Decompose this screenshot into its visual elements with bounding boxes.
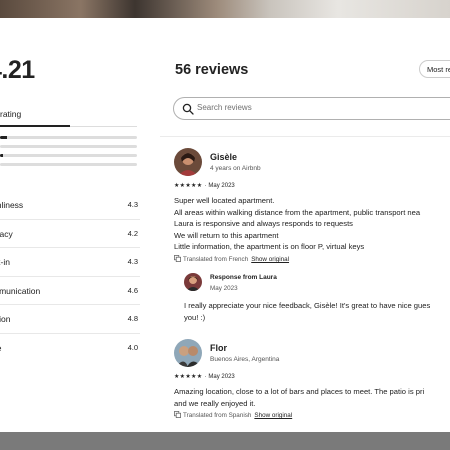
rating-distribution xyxy=(0,125,137,172)
response-title: Response from Laura xyxy=(210,274,277,281)
review-text-line: All areas within walking distance from t… xyxy=(174,207,421,217)
response-text-line: I really appreciate your nice feedback, … xyxy=(184,301,431,310)
search-icon xyxy=(182,103,194,115)
response-date: May 2023 xyxy=(210,285,238,292)
review-text-line: and we really enjoyed it. xyxy=(174,398,256,408)
search-input[interactable] xyxy=(197,103,397,112)
translate-icon xyxy=(174,255,181,262)
reviews-count-title: 56 reviews xyxy=(175,62,249,78)
review-meta: ★★★★★ · May 2023 xyxy=(174,374,235,380)
reviewer-avatar[interactable] xyxy=(174,148,202,176)
category-row: ue 4.0 xyxy=(0,334,140,363)
distribution-bar-4 xyxy=(0,136,137,139)
distribution-bar-1 xyxy=(0,163,137,166)
review-text-line: We will return to this apartment xyxy=(174,230,279,240)
translated-from-label: Translated from French xyxy=(183,256,249,263)
category-ratings: anliness 4.3 uracy 4.2 ck-in 4.3 mmunica… xyxy=(0,191,140,362)
translation-note: Translated from Spanish Show original xyxy=(174,411,292,419)
sort-button[interactable]: Most re xyxy=(419,60,450,78)
show-original-link[interactable]: Show original xyxy=(254,412,292,419)
translation-note: Translated from French Show original xyxy=(174,255,289,263)
review-date: May 2023 xyxy=(208,374,235,380)
reviews-modal: 4.21 rating anliness 4.3 uracy 4.2 ck-in xyxy=(0,18,450,432)
category-name: uracy xyxy=(0,228,13,239)
show-original-link[interactable]: Show original xyxy=(251,256,289,263)
category-name: ck-in xyxy=(0,257,10,267)
category-name: ue xyxy=(0,343,1,353)
listing-photo-backdrop xyxy=(0,0,450,18)
rating-summary-panel: 4.21 rating anliness 4.3 uracy 4.2 ck-in xyxy=(0,18,150,432)
distribution-bar-5 xyxy=(0,125,70,127)
distribution-bar-2 xyxy=(0,154,137,157)
overall-score: 4.21 xyxy=(0,56,35,84)
category-name: anliness xyxy=(0,200,24,210)
reviewer-location: Buenos Aires, Argentina xyxy=(210,356,280,363)
category-value: 4.2 xyxy=(127,228,138,238)
header-divider xyxy=(160,136,450,137)
star-rating: ★★★★★ xyxy=(174,183,203,189)
overall-rating-heading: rating xyxy=(0,109,22,119)
review-text-line: Little information, the apartment is on … xyxy=(174,242,365,252)
distribution-bar-3 xyxy=(0,145,137,148)
category-value: 4.0 xyxy=(127,342,138,352)
reviewer-name: Flor xyxy=(210,343,227,353)
translated-from-label: Translated from Spanish xyxy=(183,412,252,419)
category-row: mmunication 4.6 xyxy=(0,277,140,305)
category-name: mmunication xyxy=(0,285,41,296)
category-row: ck-in 4.3 xyxy=(0,248,140,277)
category-row: uracy 4.2 xyxy=(0,220,140,248)
category-value: 4.3 xyxy=(127,200,138,209)
host-avatar[interactable] xyxy=(184,273,202,291)
reviewer-avatar[interactable] xyxy=(174,339,202,367)
reviews-panel: 56 reviews Most re Gisèle 4 years on Air… xyxy=(160,18,450,432)
review-text-line: Super well located apartment. xyxy=(174,196,275,205)
category-value: 4.6 xyxy=(127,285,138,295)
translate-icon xyxy=(174,411,181,418)
category-name: ation xyxy=(0,314,11,324)
reviewer-tenure: 4 years on Airbnb xyxy=(210,165,261,172)
category-row: anliness 4.3 xyxy=(0,191,140,220)
category-row: ation 4.8 xyxy=(0,305,140,334)
category-value: 4.3 xyxy=(127,257,138,266)
reviewer-name: Gisèle xyxy=(210,152,238,162)
review-text-line: Laura is responsive and always responds … xyxy=(174,219,353,229)
review-meta: ★★★★★ · May 2023 xyxy=(174,183,235,189)
category-value: 4.8 xyxy=(127,314,138,323)
review-text-line: Amazing location, close to a lot of bars… xyxy=(174,387,425,396)
review-date: May 2023 xyxy=(208,183,235,189)
star-rating: ★★★★★ xyxy=(174,374,203,380)
search-reviews-box[interactable] xyxy=(173,97,450,120)
response-text-line: you! :) xyxy=(184,312,206,322)
page-backdrop xyxy=(0,432,450,450)
